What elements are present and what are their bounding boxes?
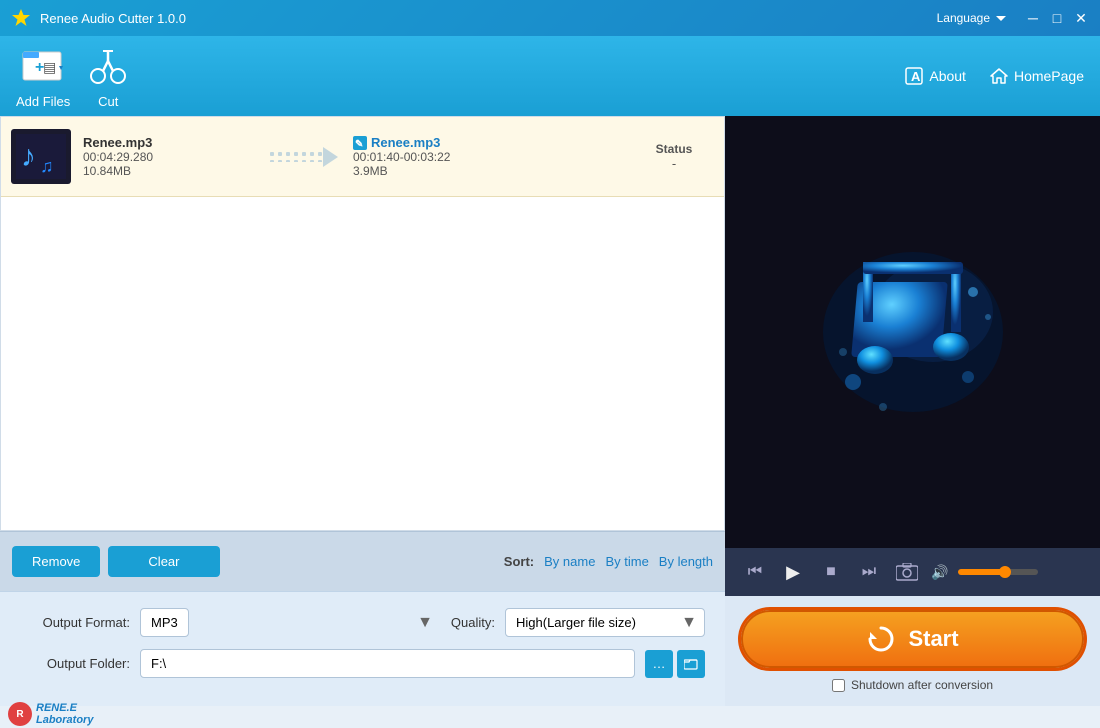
- folder-buttons: …: [645, 650, 705, 678]
- output-range: 00:01:40-00:03:22: [353, 150, 634, 164]
- clear-button[interactable]: Clear: [108, 546, 219, 577]
- source-duration: 00:04:29.280: [83, 150, 253, 164]
- volume-slider[interactable]: [958, 569, 1038, 575]
- title-bar: Renee Audio Cutter 1.0.0 Language ─ □ ✕: [0, 0, 1100, 36]
- volume-handle[interactable]: [999, 566, 1011, 578]
- add-files-label: Add Files: [16, 94, 70, 109]
- svg-text:▤: ▤: [43, 59, 56, 75]
- svg-text:A: A: [911, 69, 921, 84]
- arrow-area: [253, 142, 353, 172]
- format-dropdown-icon: ▼: [417, 614, 433, 632]
- format-select[interactable]: MP3: [140, 608, 189, 637]
- main-area: ♪ ♫ Renee.mp3 00:04:29.280 10.84MB: [0, 116, 1100, 706]
- homepage-link[interactable]: HomePage: [990, 67, 1084, 85]
- status-label: Status: [634, 142, 714, 156]
- folder-input[interactable]: [140, 649, 635, 678]
- maximize-button[interactable]: □: [1048, 9, 1066, 27]
- toolbar: + ▤ Add Files Cut A A: [0, 36, 1100, 116]
- file-output-info: ✎ Renee.mp3 00:01:40-00:03:22 3.9MB: [353, 135, 634, 178]
- app-logo-icon: [10, 7, 32, 29]
- open-folder-icon: [684, 657, 698, 671]
- sort-label: Sort:: [504, 554, 534, 569]
- music-preview-icon: [803, 222, 1023, 442]
- format-label: Output Format:: [20, 615, 130, 630]
- about-icon: A: [905, 67, 923, 85]
- table-row[interactable]: ♪ ♫ Renee.mp3 00:04:29.280 10.84MB: [1, 117, 724, 197]
- svg-text:✎: ✎: [355, 139, 363, 150]
- sort-by-time[interactable]: By time: [605, 554, 648, 569]
- file-thumbnail: ♪ ♫: [11, 129, 71, 184]
- about-label: About: [929, 68, 966, 84]
- quality-wrapper: Quality: High(Larger file size) ▼: [451, 608, 705, 637]
- quality-select-wrapper: High(Larger file size) ▼: [505, 608, 705, 637]
- play-button[interactable]: ▶: [779, 558, 807, 586]
- screenshot-button[interactable]: [893, 558, 921, 586]
- status-value: -: [634, 156, 714, 171]
- home-icon: [990, 67, 1008, 85]
- output-size: 3.9MB: [353, 164, 634, 178]
- file-list: ♪ ♫ Renee.mp3 00:04:29.280 10.84MB: [0, 116, 725, 531]
- start-button[interactable]: Start: [741, 610, 1084, 668]
- svg-text:♫: ♫: [40, 156, 54, 176]
- cut-button[interactable]: Cut: [86, 44, 130, 109]
- quality-select[interactable]: High(Larger file size): [505, 608, 705, 637]
- homepage-label: HomePage: [1014, 68, 1084, 84]
- preview-area: [725, 116, 1100, 548]
- shutdown-label: Shutdown after conversion: [851, 678, 993, 692]
- sort-by-name[interactable]: By name: [544, 554, 595, 569]
- shutdown-checkbox[interactable]: [832, 679, 845, 692]
- output-area: Output Format: MP3 ▼ Quality: High(Large…: [0, 591, 725, 706]
- left-panel: ♪ ♫ Renee.mp3 00:04:29.280 10.84MB: [0, 116, 725, 706]
- refresh-icon: [866, 624, 896, 654]
- convert-arrow-icon: [268, 142, 338, 172]
- language-dropdown-icon: [994, 13, 1008, 23]
- remove-button[interactable]: Remove: [12, 546, 100, 577]
- cut-label: Cut: [98, 94, 118, 109]
- shutdown-row: Shutdown after conversion: [832, 678, 993, 692]
- svg-text:♪: ♪: [21, 140, 36, 173]
- volume-icon: 🔊: [931, 564, 948, 581]
- start-area: Start Shutdown after conversion: [725, 596, 1100, 706]
- open-folder-button[interactable]: [677, 650, 705, 678]
- minimize-button[interactable]: ─: [1024, 9, 1042, 27]
- close-button[interactable]: ✕: [1072, 9, 1090, 27]
- title-bar-controls: Language ─ □ ✕: [937, 9, 1090, 27]
- sort-by-length[interactable]: By length: [659, 554, 713, 569]
- add-files-icon: + ▤: [21, 44, 65, 88]
- skip-back-button[interactable]: ⏮: [741, 558, 769, 586]
- folder-label: Output Folder:: [20, 656, 130, 671]
- quality-label: Quality:: [451, 615, 495, 630]
- language-label: Language: [937, 11, 990, 25]
- about-link[interactable]: A About: [905, 67, 966, 85]
- cut-icon: [86, 44, 130, 88]
- sort-area: Sort: By name By time By length: [504, 554, 713, 569]
- skip-forward-button[interactable]: ⏭: [855, 558, 883, 586]
- source-size: 10.84MB: [83, 164, 253, 178]
- language-selector[interactable]: Language: [937, 11, 1008, 25]
- output-filename: ✎ Renee.mp3: [353, 135, 634, 150]
- source-filename: Renee.mp3: [83, 135, 253, 150]
- format-select-wrapper: MP3 ▼: [140, 608, 441, 637]
- add-files-button[interactable]: + ▤ Add Files: [16, 44, 70, 109]
- browse-folder-button[interactable]: …: [645, 650, 673, 678]
- edit-icon: ✎: [353, 136, 367, 150]
- folder-row: Output Folder: …: [20, 649, 705, 678]
- music-thumb-icon: ♪ ♫: [16, 134, 66, 179]
- renee-logo: R RENE.E Laboratory: [4, 700, 729, 728]
- toolbar-right: A About HomePage: [905, 67, 1084, 85]
- file-status: Status -: [634, 142, 714, 171]
- right-panel: ⏮ ▶ ■ ⏭ 🔊 Start: [725, 116, 1100, 706]
- format-row: Output Format: MP3 ▼ Quality: High(Large…: [20, 608, 705, 637]
- file-source-info: Renee.mp3 00:04:29.280 10.84MB: [83, 135, 253, 178]
- player-controls: ⏮ ▶ ■ ⏭ 🔊: [725, 548, 1100, 596]
- camera-icon: [896, 563, 918, 581]
- bottom-bar: Remove Clear Sort: By name By time By le…: [0, 531, 725, 591]
- stop-button[interactable]: ■: [817, 558, 845, 586]
- app-title: Renee Audio Cutter 1.0.0: [40, 11, 937, 26]
- start-label: Start: [908, 626, 958, 652]
